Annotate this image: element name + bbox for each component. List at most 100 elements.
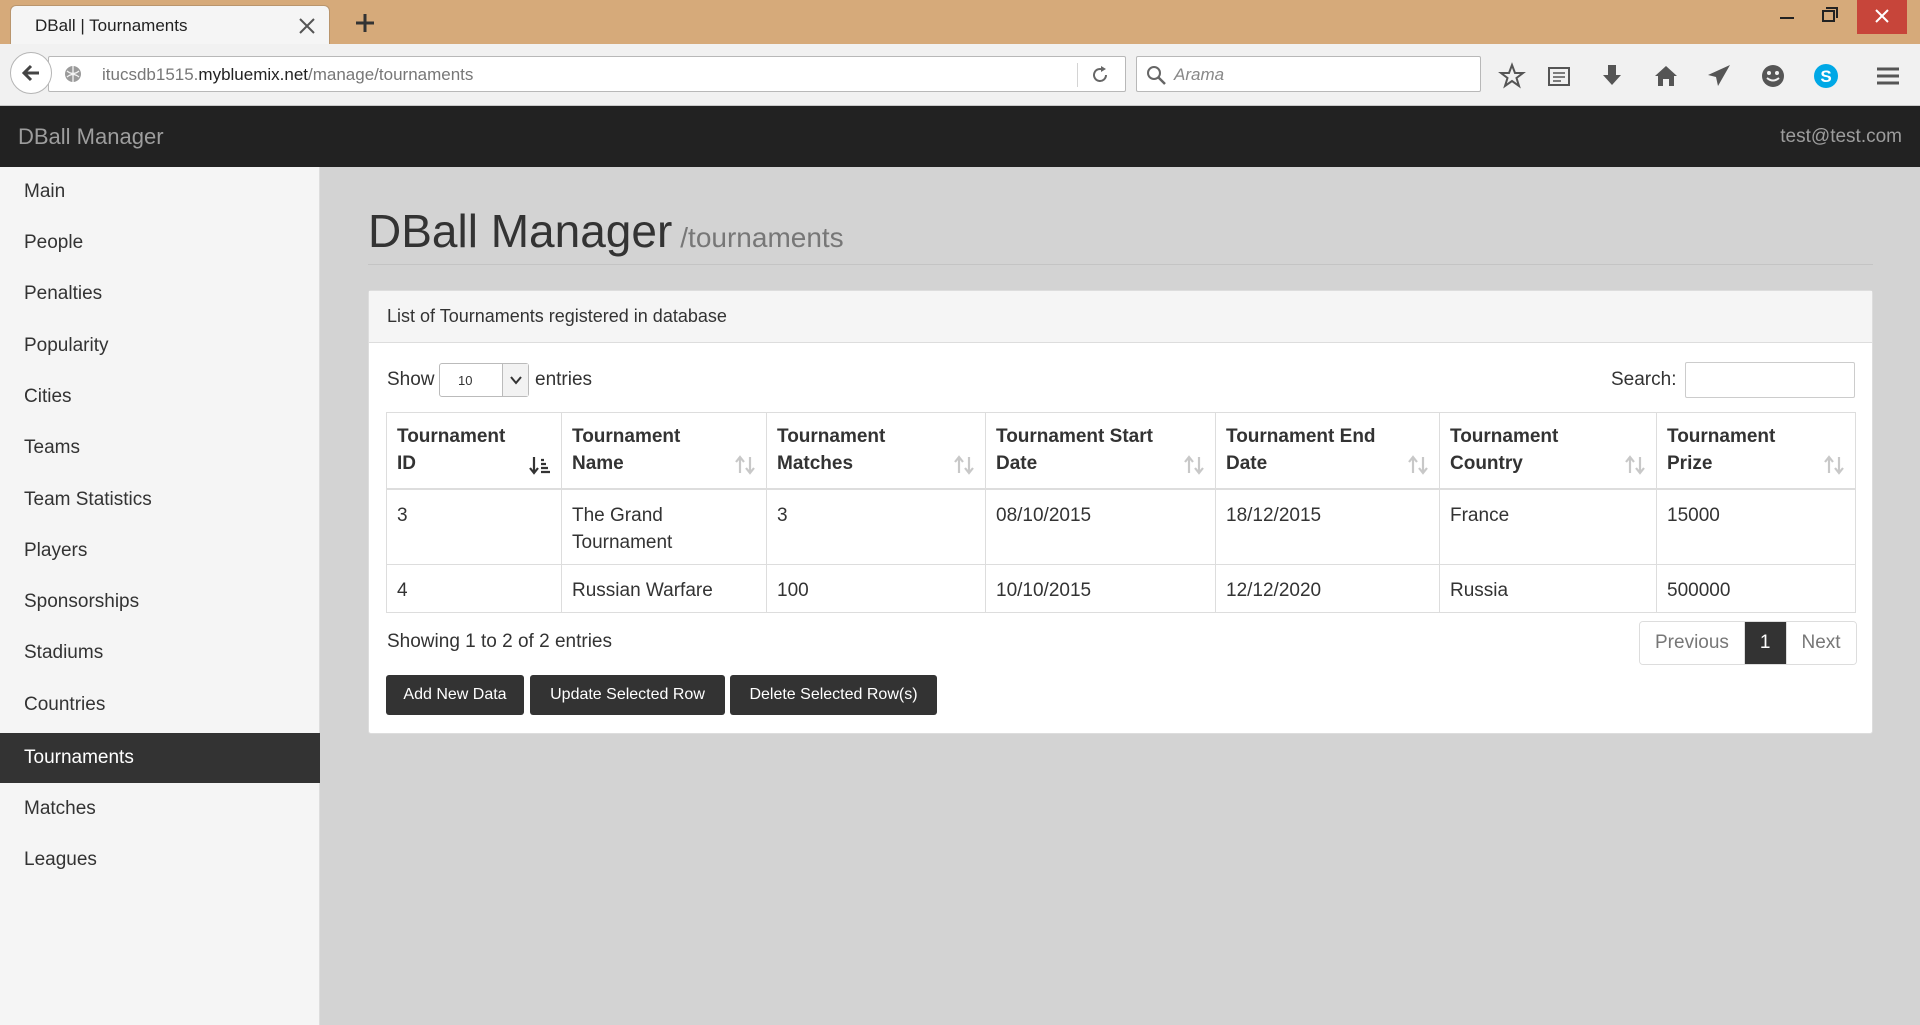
table-cell: 3 — [386, 488, 562, 565]
table-cell: Russia — [1439, 564, 1657, 613]
table-header-row: Tournament ID Tournament Name Tournament… — [386, 412, 1856, 490]
sidebar-item-label: Sponsorships — [24, 591, 140, 612]
sort-icon — [1625, 454, 1645, 475]
sidebar-item-label: Stadiums — [24, 642, 104, 663]
sidebar-item-label: Tournaments — [24, 747, 134, 768]
reload-icon[interactable] — [1089, 64, 1111, 86]
app-header: DBall Manager test@test.com — [0, 106, 1920, 167]
sort-icon — [954, 454, 974, 475]
sidebar-item-sponsorships[interactable]: Sponsorships — [0, 577, 320, 627]
dropdown-button[interactable] — [502, 364, 528, 396]
window-close-icon[interactable] — [1857, 0, 1907, 34]
page-length-select[interactable]: 10 — [439, 363, 529, 397]
add-new-data-button[interactable]: Add New Data — [386, 675, 524, 715]
url-text[interactable]: itucsdb1515.mybluemix.net/manage/tournam… — [102, 65, 473, 85]
browser-search-input[interactable]: Arama — [1136, 56, 1481, 92]
page-length-value: 10 — [458, 373, 473, 388]
table-cell: 4 — [386, 564, 562, 613]
pagination: Previous 1 Next — [1639, 621, 1857, 665]
column-header-tournament-matches[interactable]: Tournament Matches — [766, 412, 986, 490]
sidebar-item-penalties[interactable]: Penalties — [0, 269, 320, 319]
chevron-down-icon — [510, 376, 522, 385]
browser-tab[interactable]: DBall | Tournaments — [10, 5, 330, 45]
menu-icon[interactable] — [1874, 62, 1902, 90]
previous-page-button[interactable]: Previous — [1640, 622, 1744, 664]
show-label: Show — [387, 369, 435, 390]
reading-list-icon[interactable] — [1545, 62, 1573, 90]
sort-icon — [735, 454, 755, 475]
table-row[interactable]: 4 Russian Warfare 100 10/10/2015 12/12/2… — [386, 564, 1856, 613]
column-header-tournament-id[interactable]: Tournament ID — [386, 412, 562, 490]
skype-icon[interactable]: S — [1812, 62, 1840, 90]
panel-title: List of Tournaments registered in databa… — [387, 306, 727, 326]
divider — [368, 264, 1873, 265]
back-button[interactable] — [10, 52, 52, 94]
sidebar-item-label: Penalties — [24, 283, 103, 304]
tournaments-table: Tournament ID Tournament Name Tournament… — [386, 412, 1856, 613]
search-label: Search: — [1611, 369, 1677, 390]
sidebar-item-people[interactable]: People — [0, 218, 320, 268]
svg-text:S: S — [1820, 67, 1831, 86]
column-header-tournament-country[interactable]: Tournament Country — [1439, 412, 1657, 490]
entries-label: entries — [535, 369, 593, 390]
table-cell: The Grand Tournament — [561, 488, 767, 565]
panel-heading: List of Tournaments registered in databa… — [369, 291, 1872, 343]
sidebar-item-main[interactable]: Main — [0, 167, 320, 217]
page-1-button[interactable]: 1 — [1743, 622, 1786, 664]
sidebar-item-label: Team Statistics — [24, 489, 152, 510]
sidebar-item-label: Matches — [24, 798, 96, 819]
sidebar-item-players[interactable]: Players — [0, 526, 320, 576]
column-header-tournament-name[interactable]: Tournament Name — [561, 412, 767, 490]
table-search-input[interactable] — [1685, 362, 1855, 398]
divider — [1077, 63, 1078, 87]
table-cell: 18/12/2015 — [1215, 488, 1440, 565]
update-selected-row-button[interactable]: Update Selected Row — [530, 675, 725, 715]
sidebar-item-leagues[interactable]: Leagues — [0, 835, 320, 885]
sidebar-item-stadiums[interactable]: Stadiums — [0, 628, 320, 678]
table-info: Showing 1 to 2 of 2 entries — [387, 631, 612, 652]
table-cell: France — [1439, 488, 1657, 565]
column-header-tournament-start-date[interactable]: Tournament Start Date — [985, 412, 1216, 490]
url-bar[interactable]: itucsdb1515.mybluemix.net/manage/tournam… — [48, 56, 1126, 92]
column-header-tournament-end-date[interactable]: Tournament End Date — [1215, 412, 1440, 490]
sort-icon — [1408, 454, 1428, 475]
sidebar-item-label: People — [24, 232, 84, 253]
sidebar-item-label: Cities — [24, 386, 72, 407]
table-cell: 08/10/2015 — [985, 488, 1216, 565]
sidebar-item-team-statistics[interactable]: Team Statistics — [0, 475, 320, 525]
column-header-tournament-prize[interactable]: Tournament Prize — [1656, 412, 1856, 490]
page-title: DBall Manager/tournaments — [368, 205, 844, 257]
table-row[interactable]: 3 The Grand Tournament 3 08/10/2015 18/1… — [386, 488, 1856, 565]
page-subtitle: /tournaments — [680, 222, 844, 253]
sidebar-item-cities[interactable]: Cities — [0, 372, 320, 422]
sidebar-item-countries[interactable]: Countries — [0, 680, 320, 730]
tournaments-panel: List of Tournaments registered in databa… — [368, 290, 1873, 734]
sidebar: Main People Penalties Popularity Cities … — [0, 167, 320, 1025]
delete-selected-rows-button[interactable]: Delete Selected Row(s) — [730, 675, 937, 715]
next-page-button[interactable]: Next — [1785, 622, 1856, 664]
back-arrow-icon — [21, 64, 39, 82]
globe-icon — [65, 66, 81, 82]
sidebar-item-label: Main — [24, 181, 66, 202]
send-icon[interactable] — [1705, 62, 1733, 90]
sort-asc-icon — [529, 456, 550, 475]
brand-link[interactable]: DBall Manager — [18, 124, 164, 150]
sidebar-item-label: Teams — [24, 437, 80, 458]
search-placeholder: Arama — [1174, 65, 1225, 84]
sidebar-item-matches[interactable]: Matches — [0, 784, 320, 834]
home-icon[interactable] — [1652, 62, 1680, 90]
table-cell: 10/10/2015 — [985, 564, 1216, 613]
download-icon[interactable] — [1598, 62, 1626, 90]
table-cell: Russian Warfare — [561, 564, 767, 613]
sidebar-item-popularity[interactable]: Popularity — [0, 321, 320, 371]
close-icon[interactable] — [295, 14, 319, 38]
user-email[interactable]: test@test.com — [1780, 126, 1902, 148]
plus-icon[interactable] — [350, 8, 380, 38]
restore-icon[interactable] — [1805, 0, 1855, 34]
sidebar-item-teams[interactable]: Teams — [0, 423, 320, 473]
sort-icon — [1824, 454, 1844, 475]
star-icon[interactable] — [1498, 62, 1526, 90]
table-cell: 500000 — [1656, 564, 1856, 613]
sidebar-item-tournaments[interactable]: Tournaments — [0, 733, 320, 783]
smiley-icon[interactable] — [1759, 62, 1787, 90]
